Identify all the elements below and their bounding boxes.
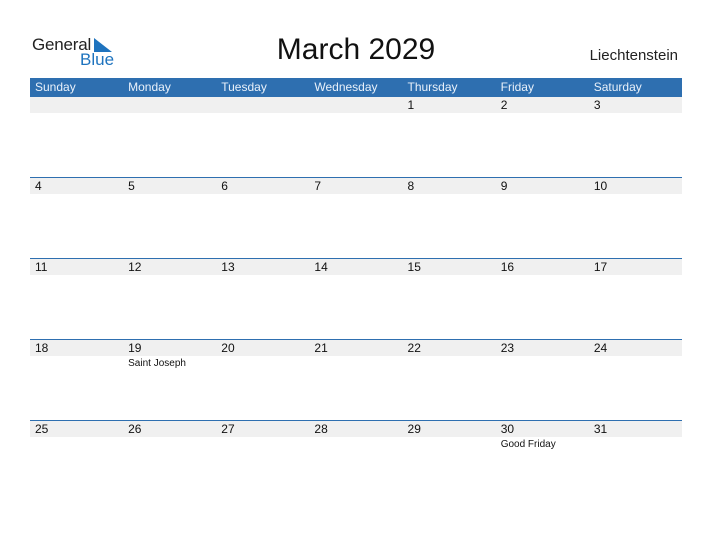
day-cell: 28: [309, 421, 402, 501]
day-number: 28: [314, 422, 328, 436]
day-number: 20: [221, 341, 235, 355]
day-number: 22: [407, 341, 421, 355]
day-number: 12: [128, 260, 142, 274]
day-number: 4: [35, 179, 42, 193]
day-number: 9: [500, 179, 508, 193]
day-number: 13: [221, 260, 235, 274]
day-number: 19: [128, 341, 142, 355]
weekday-saturday: Saturday: [593, 80, 642, 94]
day-cell: 23: [496, 340, 589, 420]
day-number: 21: [314, 341, 328, 355]
day-cell: [123, 97, 216, 177]
weekday-header: Sunday Monday Tuesday Wednesday Thursday…: [30, 78, 682, 97]
holiday-label: Good Friday: [500, 439, 556, 450]
day-number: 11: [35, 260, 48, 274]
country-label: Liechtenstein: [589, 47, 678, 64]
day-number: 1: [407, 98, 415, 112]
day-cell: 5: [123, 178, 216, 258]
holiday-label: Saint Joseph: [128, 358, 186, 369]
day-cell: 9: [496, 178, 589, 258]
day-number: 23: [500, 341, 515, 355]
day-cell: 3: [589, 97, 682, 177]
day-number: 3: [593, 98, 601, 112]
day-number: 8: [407, 179, 415, 193]
day-number: 5: [128, 179, 135, 193]
day-cell: 4: [30, 178, 123, 258]
day-cell: 2: [496, 97, 589, 177]
day-cell: 7: [309, 178, 402, 258]
day-cell: 31: [589, 421, 682, 501]
day-number: 25: [35, 422, 49, 436]
weekday-wednesday: Wednesday: [314, 80, 378, 94]
day-cell: 15: [403, 259, 496, 339]
day-cell: 10: [589, 178, 682, 258]
day-cell: 29: [403, 421, 496, 501]
weekday-tuesday: Tuesday: [221, 80, 267, 94]
day-cell: 18: [30, 340, 123, 420]
day-number: 14: [314, 260, 328, 274]
day-cell: [216, 97, 309, 177]
week-row: 1 2 3: [30, 97, 682, 177]
day-number: 2: [500, 98, 508, 112]
day-number: 6: [221, 179, 228, 193]
day-cell: 11: [30, 259, 123, 339]
day-cell: 8: [403, 178, 496, 258]
weekday-thursday: Thursday: [407, 80, 458, 94]
day-number: 27: [221, 422, 235, 436]
day-number: 16: [500, 260, 515, 274]
day-cell: 22: [403, 340, 496, 420]
week-row: 4 5 6 7 8 9 10: [30, 177, 682, 258]
day-cell: 14: [309, 259, 402, 339]
day-cell: 6: [216, 178, 309, 258]
day-cell: 19 Saint Joseph: [123, 340, 216, 420]
day-number: 29: [407, 422, 421, 436]
day-number: 24: [593, 341, 608, 355]
day-number: 7: [314, 179, 322, 193]
day-number: 26: [128, 422, 142, 436]
day-cell: 1: [403, 97, 496, 177]
day-number: 10: [593, 179, 608, 193]
day-cell: 20: [216, 340, 309, 420]
day-number: 15: [407, 260, 421, 274]
day-number: 31: [593, 422, 608, 436]
day-cell: 21: [309, 340, 402, 420]
day-cell: 26: [123, 421, 216, 501]
week-row: 25 26 27 28 29 30 Good Friday 31: [30, 420, 682, 501]
day-cell: 24: [589, 340, 682, 420]
week-row: 11 12 13 14 15 16 17: [30, 258, 682, 339]
day-number: 17: [593, 260, 608, 274]
day-cell: [30, 97, 123, 177]
weekday-friday: Friday: [500, 80, 534, 94]
day-cell: 12: [123, 259, 216, 339]
day-cell: 13: [216, 259, 309, 339]
weekday-sunday: Sunday: [35, 80, 76, 94]
weekday-monday: Monday: [128, 80, 171, 94]
day-cell: 16: [496, 259, 589, 339]
day-number: 30: [500, 422, 515, 436]
day-cell: 25: [30, 421, 123, 501]
day-number: 18: [35, 341, 49, 355]
day-cell: 30 Good Friday: [496, 421, 589, 501]
day-cell: 17: [589, 259, 682, 339]
week-row: 18 19 Saint Joseph 20 21 22 23 24: [30, 339, 682, 420]
day-cell: [309, 97, 402, 177]
day-cell: 27: [216, 421, 309, 501]
